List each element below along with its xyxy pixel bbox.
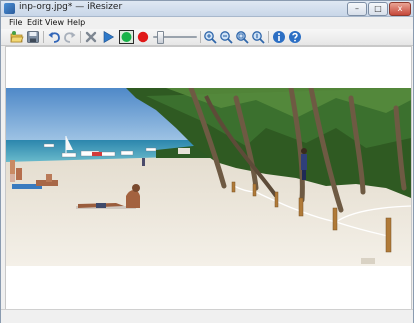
cancel-icon[interactable] <box>84 30 98 44</box>
help-icon[interactable] <box>288 30 302 44</box>
beach-photo[interactable] <box>6 88 411 266</box>
menu-view[interactable]: View <box>45 17 64 29</box>
zoom-out-icon[interactable] <box>219 30 233 44</box>
toolbar <box>1 29 413 46</box>
redo-icon[interactable] <box>63 30 77 44</box>
toolbar-separator <box>200 31 201 43</box>
protect-marker-icon[interactable] <box>119 30 134 44</box>
info-icon[interactable] <box>272 30 286 44</box>
toolbar-separator <box>268 31 269 43</box>
close-button[interactable]: x <box>389 2 411 16</box>
status-bar <box>1 309 413 323</box>
app-icon <box>4 3 15 14</box>
maximize-button[interactable]: □ <box>368 2 388 16</box>
brush-size-slider-thumb[interactable] <box>157 31 164 44</box>
minimize-button[interactable]: – <box>347 2 367 16</box>
image-canvas[interactable] <box>5 46 412 310</box>
window-title: inp-org.jpg* — iResizer <box>19 2 123 12</box>
menu-help[interactable]: Help <box>67 17 85 29</box>
zoom-actual-icon[interactable] <box>251 30 265 44</box>
menu-file[interactable]: File <box>9 17 22 29</box>
zoom-fit-icon[interactable] <box>235 30 249 44</box>
app-window: inp-org.jpg* — iResizer – □ x File Edit … <box>0 0 414 323</box>
remove-marker-icon[interactable] <box>136 30 150 44</box>
play-icon[interactable] <box>101 30 115 44</box>
menu-bar: File Edit View Help <box>1 17 413 29</box>
zoom-in-icon[interactable] <box>203 30 217 44</box>
toolbar-separator <box>43 31 44 43</box>
menu-edit[interactable]: Edit <box>27 17 43 29</box>
toolbar-separator <box>80 31 81 43</box>
undo-icon[interactable] <box>47 30 61 44</box>
open-icon[interactable] <box>10 30 24 44</box>
beach-photo-drawing <box>6 88 411 266</box>
title-bar[interactable]: inp-org.jpg* — iResizer – □ x <box>1 1 413 17</box>
save-icon[interactable] <box>26 30 40 44</box>
